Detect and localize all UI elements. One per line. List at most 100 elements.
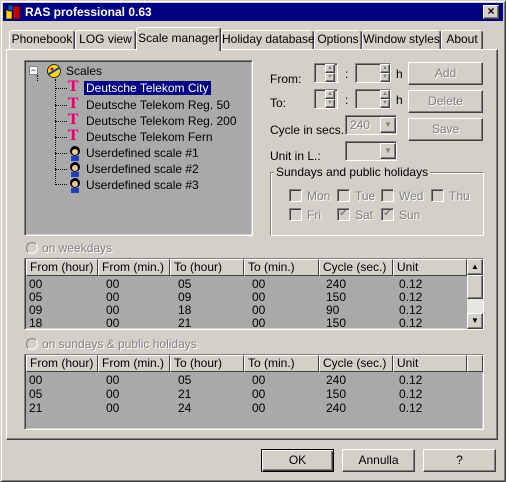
table-cell[interactable]: 0.12 [396, 401, 422, 415]
holidays-table[interactable]: From (hour) From (min.) To (hour) To (mi… [24, 354, 484, 430]
table-cell[interactable]: 240 [323, 373, 346, 387]
table-cell[interactable]: 09 [26, 303, 42, 317]
tree-item-telekom-fern[interactable]: Deutsche Telekom Fern [86, 129, 213, 145]
column-header[interactable]: From (hour) [26, 259, 98, 276]
table-cell[interactable]: 0.12 [396, 373, 422, 387]
scales-tree[interactable]: − Scales T Deutsche Telekom City T Deuts… [24, 60, 253, 236]
from-hour-spin-buttons[interactable]: ▲ ▼ [325, 64, 335, 82]
scroll-thumb[interactable] [467, 275, 483, 299]
weekdays-radio[interactable] [26, 242, 38, 254]
table-cell[interactable]: 00 [26, 373, 42, 387]
unit-combo[interactable]: ▼ [345, 141, 397, 161]
title-bar[interactable]: RAS professional 0.63 [3, 3, 503, 21]
ok-button[interactable]: OK [261, 449, 334, 472]
collapse-toggle-icon[interactable]: − [29, 66, 38, 75]
spin-down-icon[interactable]: ▼ [325, 99, 335, 108]
table-cell[interactable]: 18 [26, 316, 42, 330]
table-cell[interactable]: 24 [175, 401, 191, 415]
column-header[interactable]: From (min.) [98, 259, 170, 276]
to-minute-spin-buttons[interactable]: ▲ ▼ [380, 90, 390, 108]
table-cell[interactable]: 00 [249, 290, 265, 304]
tree-root-label[interactable]: Scales [66, 63, 102, 79]
table-cell[interactable]: 00 [249, 401, 265, 415]
save-button[interactable]: Save [408, 118, 483, 141]
spin-down-icon[interactable]: ▼ [380, 99, 390, 108]
column-header[interactable]: To (min.) [244, 259, 319, 276]
table-cell[interactable]: 00 [26, 277, 42, 291]
column-header[interactable]: To (min.) [244, 355, 319, 372]
tree-item-telekom-city[interactable]: Deutsche Telekom City [84, 81, 211, 95]
thu-checkbox[interactable] [431, 189, 444, 202]
table-cell[interactable]: 00 [249, 387, 265, 401]
table-cell[interactable]: 00 [249, 373, 265, 387]
weekdays-radio-label[interactable]: on weekdays [42, 241, 112, 255]
table-cell[interactable]: 00 [249, 316, 265, 330]
holidays-radio[interactable] [26, 338, 38, 350]
spin-down-icon[interactable]: ▼ [380, 73, 390, 82]
tab-options[interactable]: Options [314, 30, 362, 50]
table-cell[interactable]: 00 [249, 303, 265, 317]
holidays-radio-label[interactable]: on sundays & public holidays [42, 337, 197, 351]
tab-window-styles[interactable]: Window styles [362, 30, 441, 50]
table-cell[interactable]: 150 [323, 387, 346, 401]
table-cell[interactable]: 150 [323, 316, 346, 330]
column-header[interactable]: Unit [393, 355, 467, 372]
table-cell[interactable]: 05 [175, 373, 191, 387]
spin-up-icon[interactable]: ▲ [325, 64, 335, 73]
tree-item-telekom-reg-50[interactable]: Deutsche Telekom Reg. 50 [86, 97, 230, 113]
column-header[interactable]: Cycle (sec.) [319, 355, 393, 372]
column-header[interactable]: To (hour) [170, 355, 244, 372]
table-cell[interactable]: 0.12 [396, 303, 422, 317]
table-cell[interactable]: 18 [175, 303, 191, 317]
table-cell[interactable]: 00 [103, 303, 119, 317]
scroll-down-icon[interactable]: ▼ [467, 313, 483, 329]
tree-item-userdefined-2[interactable]: Userdefined scale #2 [86, 161, 199, 177]
column-header[interactable]: Unit [393, 259, 467, 276]
cycle-combo[interactable]: 240 ▼ [345, 115, 397, 135]
spin-down-icon[interactable]: ▼ [325, 73, 335, 82]
column-header[interactable]: From (hour) [26, 355, 98, 372]
table-cell[interactable]: 00 [103, 387, 119, 401]
table-cell[interactable]: 0.12 [396, 387, 422, 401]
tree-item-userdefined-3[interactable]: Userdefined scale #3 [86, 177, 199, 193]
sun-checkbox[interactable]: ✔ [381, 208, 394, 221]
weekdays-scrollbar[interactable]: ▲ ▼ [467, 259, 483, 329]
chevron-down-icon[interactable]: ▼ [380, 143, 396, 159]
weekdays-table[interactable]: From (hour) From (min.) To (hour) To (mi… [24, 258, 484, 330]
table-cell[interactable]: 00 [103, 373, 119, 387]
table-cell[interactable]: 150 [323, 290, 346, 304]
chevron-down-icon[interactable]: ▼ [380, 117, 396, 133]
table-cell[interactable]: 21 [175, 387, 191, 401]
tree-item-telekom-reg-200[interactable]: Deutsche Telekom Reg. 200 [86, 113, 237, 129]
table-cell[interactable]: 0.12 [396, 316, 422, 330]
table-cell[interactable]: 240 [323, 401, 346, 415]
table-cell[interactable]: 21 [26, 401, 42, 415]
tab-phonebook[interactable]: Phonebook [9, 30, 75, 50]
table-cell[interactable]: 05 [26, 290, 42, 304]
tree-item-userdefined-1[interactable]: Userdefined scale #1 [86, 145, 199, 161]
spin-up-icon[interactable]: ▲ [325, 90, 335, 99]
delete-button[interactable]: Delete [408, 90, 483, 113]
table-cell[interactable]: 0.12 [396, 290, 422, 304]
sat-checkbox[interactable]: ✔ [337, 208, 350, 221]
from-minute-spin-buttons[interactable]: ▲ ▼ [380, 64, 390, 82]
spin-up-icon[interactable]: ▲ [380, 64, 390, 73]
table-cell[interactable]: 05 [175, 277, 191, 291]
add-button[interactable]: Add [408, 62, 483, 85]
tab-holiday-database[interactable]: Holiday database [221, 30, 315, 50]
table-cell[interactable]: 05 [26, 387, 42, 401]
tab-log-view[interactable]: LOG view [75, 30, 136, 50]
help-button[interactable]: ? [423, 449, 496, 472]
table-cell[interactable]: 90 [323, 303, 339, 317]
table-cell[interactable]: 00 [103, 316, 119, 330]
column-header[interactable]: To (hour) [170, 259, 244, 276]
table-cell[interactable]: 09 [175, 290, 191, 304]
cancel-button[interactable]: Annulla [342, 449, 415, 472]
column-header[interactable]: From (min.) [98, 355, 170, 372]
spin-up-icon[interactable]: ▲ [380, 90, 390, 99]
mon-checkbox[interactable] [289, 189, 302, 202]
fri-checkbox[interactable] [289, 208, 302, 221]
table-cell[interactable]: 21 [175, 316, 191, 330]
table-cell[interactable]: 00 [103, 401, 119, 415]
tab-scale-manager[interactable]: Scale manager [136, 27, 221, 51]
